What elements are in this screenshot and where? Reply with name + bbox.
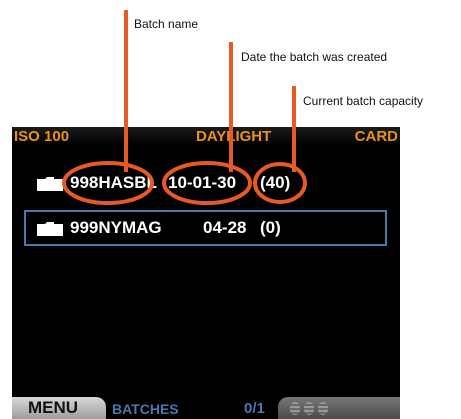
callout-label-batch-name: Batch name (134, 17, 199, 31)
batch-name: 999NYMAG (70, 218, 162, 237)
knob-controls[interactable] (278, 397, 400, 419)
camera-screen: ISO 100 DAYLIGHT CARD 998HASBL 10-01-30 … (12, 127, 400, 419)
status-bar: ISO 100 DAYLIGHT CARD (12, 127, 400, 146)
knob-icon (318, 402, 328, 415)
folder-icon (37, 222, 63, 236)
menu-button[interactable]: MENU (12, 397, 106, 419)
knob-icon (304, 402, 314, 415)
batch-row[interactable]: 998HASBL 10-01-30 (40) (12, 165, 400, 201)
bottom-bar: MENU BATCHES 0/1 (12, 397, 400, 419)
folder-icon (37, 177, 63, 191)
batch-date: 04-28 (203, 218, 247, 237)
batch-date: 10-01-30 (168, 173, 237, 192)
batch-count: (40) (260, 173, 291, 192)
callout-label-date-created: Date the batch was created (241, 50, 388, 64)
callout-label-capacity: Current batch capacity (303, 94, 424, 108)
iso-indicator: ISO 100 (14, 128, 70, 145)
knob-icon (290, 402, 300, 415)
batch-name: 998HASBL (70, 173, 157, 192)
batch-row-selected[interactable]: 999NYMAG 04-28 (0) (12, 210, 400, 246)
section-label: BATCHES (112, 401, 179, 417)
storage-indicator: CARD (354, 128, 398, 145)
white-balance-indicator: DAYLIGHT (196, 128, 272, 145)
batch-count: (0) (260, 218, 281, 237)
page-indicator: 0/1 (244, 400, 265, 417)
